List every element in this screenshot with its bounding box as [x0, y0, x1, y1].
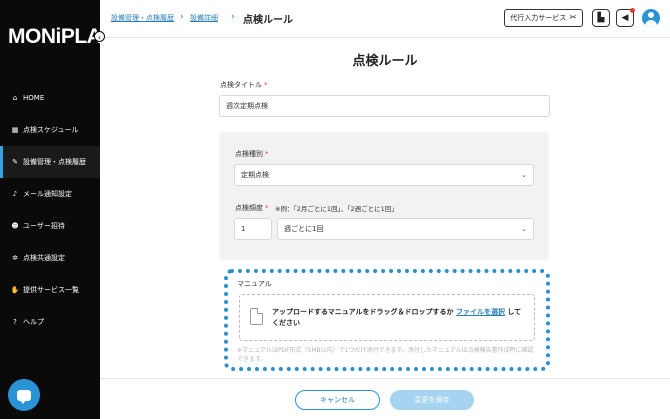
sidebar-item-schedule[interactable]: ▦ 点検スケジュール — [0, 114, 100, 146]
sidebar-item-label: HOME — [23, 94, 45, 102]
inspection-title-label: 点検タイトル * — [220, 81, 268, 89]
sidebar-item-label: 提供サービス一覧 — [23, 286, 79, 294]
form-footer: キャンセル 変更を保存 — [100, 378, 670, 419]
sidebar-item-mail[interactable]: ♪ メール通知設定 — [0, 178, 100, 210]
frequency-number-input[interactable]: 1 — [234, 218, 272, 240]
main-content: 点検ルール 点検タイトル * 週次定期点検 点検種別 * 定期点検 ⌄ 点検頻度 * … — [100, 38, 670, 378]
frequency-label: 点検頻度 * — [235, 204, 269, 212]
inspection-type-select[interactable]: 定期点検 ⌄ — [234, 164, 534, 186]
sidebar: MONiPLAT ‹ ⌂ HOME ▦ 点検スケジュール ✎ 設備管理・点検履歴… — [0, 0, 113, 419]
notification-dot — [630, 8, 635, 13]
sidebar-item-label: 点検スケジュール — [23, 126, 79, 134]
cancel-button[interactable]: キャンセル — [295, 390, 380, 410]
building-button[interactable]: ▙ — [592, 9, 610, 27]
manual-label: マニュアル — [237, 280, 272, 288]
sidebar-item-equipment[interactable]: ✎ 設備管理・点検履歴 — [0, 146, 100, 178]
wrench-icon: ✎ — [12, 158, 18, 166]
megaphone-icon: ◀ — [621, 13, 629, 23]
proxy-button-label: 代行入力サービス — [510, 14, 567, 22]
breadcrumb-equipment-history[interactable]: 設備管理・点検履歴 — [111, 13, 174, 23]
help-icon: ? — [13, 318, 17, 326]
calendar-icon: ▦ — [11, 126, 19, 134]
user-plus-icon: ☻ — [11, 222, 19, 230]
sidebar-item-label: 点検共通設定 — [23, 254, 65, 262]
file-icon — [250, 308, 263, 325]
chat-icon — [17, 389, 31, 404]
select-file-link[interactable]: ファイルを選択 — [456, 308, 505, 316]
save-button[interactable]: 変更を保存 — [390, 390, 474, 410]
drop-instructions: アップロードするマニュアルをドラッグ＆ドロップするか ファイルを選択 してくださ… — [272, 308, 522, 327]
top-header: 設備管理・点検履歴 › 設備詳細 › 点検ルール 代行入力サービス ✂ ▙ ◀ — [100, 0, 670, 38]
sidebar-item-common-settings[interactable]: ✲ 点検共通設定 — [0, 242, 100, 274]
sidebar-nav: ⌂ HOME ▦ 点検スケジュール ✎ 設備管理・点検履歴 ♪ メール通知設定 … — [0, 82, 100, 338]
chevron-right-icon: › — [180, 12, 184, 22]
file-drop-zone[interactable]: アップロードするマニュアルをドラッグ＆ドロップするか ファイルを選択 してくださ… — [239, 294, 535, 341]
building-icon: ▙ — [597, 13, 605, 23]
upload-note: ※マニュアルはPDF形式（5MB以内）で1つだけ添付できます。添付したマニュアル… — [237, 347, 534, 363]
rule-panel: 点検種別 * 定期点検 ⌄ 点検頻度 * ※例：「2月ごとに1回」、「2週ごとに1回… — [219, 132, 549, 260]
frequency-example: ※例：「2月ごとに1回」、「2週ごとに1回」 — [275, 205, 398, 213]
inspection-type-label: 点検種別 * — [235, 150, 269, 158]
chat-button[interactable] — [8, 379, 40, 411]
user-avatar[interactable] — [642, 9, 660, 27]
sidebar-item-label: ヘルプ — [23, 318, 44, 326]
sidebar-item-label: ユーザー招待 — [23, 222, 65, 230]
inspection-title-input[interactable]: 週次定期点検 — [219, 95, 550, 117]
tools-icon: ✂ — [569, 13, 577, 23]
breadcrumb-current: 点検ルール — [243, 15, 293, 26]
sidebar-item-label: 設備管理・点検履歴 — [23, 158, 86, 166]
bell-icon: ♪ — [12, 190, 18, 198]
sidebar-item-label: メール通知設定 — [23, 190, 72, 198]
chevron-left-icon[interactable]: ‹ — [94, 31, 105, 42]
chevron-down-icon: ⌄ — [521, 171, 527, 179]
frequency-unit-select[interactable]: 週ごとに1回 ⌄ — [277, 218, 534, 240]
chevron-down-icon: ⌄ — [521, 225, 527, 233]
announcement-button[interactable]: ◀ — [616, 8, 635, 27]
sidebar-item-invite[interactable]: ☻ ユーザー招待 — [0, 210, 100, 242]
handshake-icon: ✋ — [10, 286, 20, 294]
sidebar-item-home[interactable]: ⌂ HOME — [0, 82, 100, 114]
gear-icon: ✲ — [12, 254, 18, 262]
home-icon: ⌂ — [12, 94, 18, 102]
proxy-input-service-button[interactable]: 代行入力サービス ✂ — [504, 9, 583, 27]
sidebar-item-help[interactable]: ? ヘルプ — [0, 306, 100, 338]
chevron-right-icon: › — [231, 12, 235, 22]
page-title: 点検ルール — [352, 54, 418, 69]
sidebar-item-services[interactable]: ✋ 提供サービス一覧 — [0, 274, 100, 306]
breadcrumb-equipment-detail[interactable]: 設備詳細 — [190, 13, 218, 23]
manual-upload-area: マニュアル アップロードするマニュアルをドラッグ＆ドロップするか ファイルを選択… — [224, 269, 550, 371]
